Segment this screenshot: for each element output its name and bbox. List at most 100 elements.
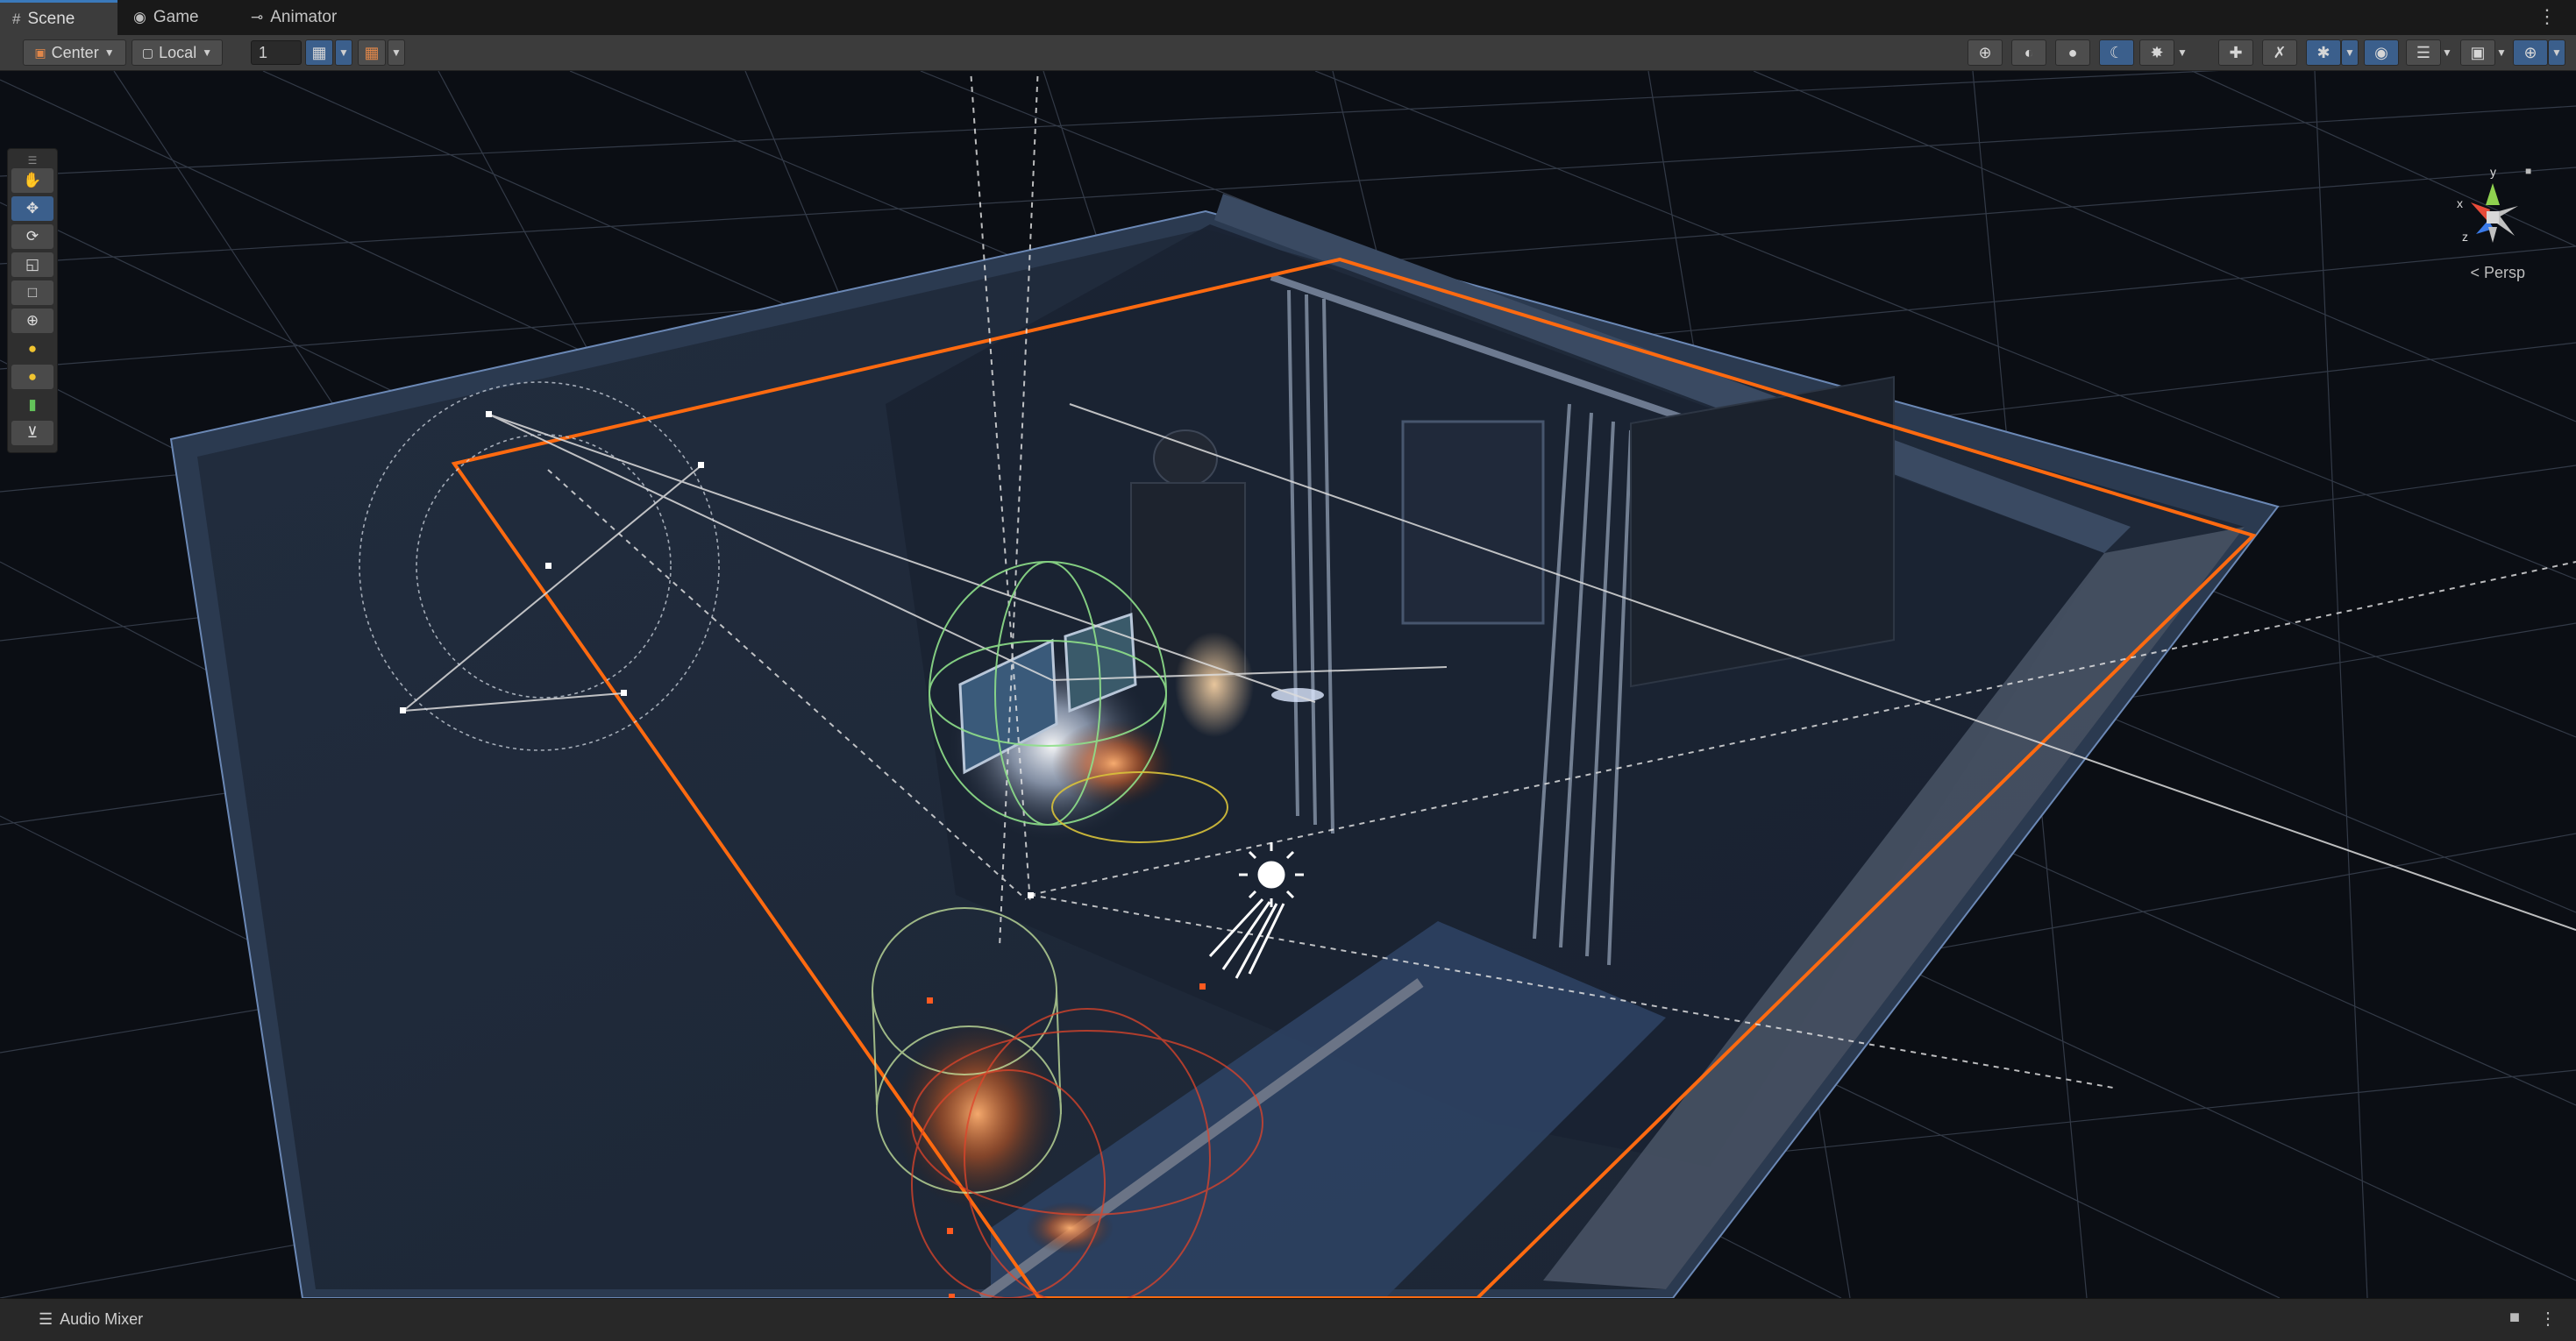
pivot-icon: ▣ — [34, 45, 46, 60]
path-icon: ⊻ — [26, 424, 39, 441]
bulb-icon: ● — [27, 340, 38, 357]
capsule-tool-button[interactable]: ▮ — [11, 393, 53, 417]
gizmo-z-label: z — [2462, 230, 2468, 244]
visibility-button[interactable]: ◉ — [2364, 39, 2399, 66]
camera-dropdown[interactable]: ▼ — [2494, 39, 2509, 66]
snap-increment-field[interactable]: 1 — [251, 40, 302, 65]
tab-scene[interactable]: # Scene — [0, 0, 117, 35]
scene-viewport[interactable]: ☰ ✋ ✥ ⟳ ◱ □ ⊕ ● ● ▮ ⊻ y x z ■ < Persp ✥ … — [0, 71, 2576, 1298]
2d-icon: ✚ — [2229, 43, 2243, 61]
effects-button[interactable]: ✱ — [2306, 39, 2341, 66]
shading-button[interactable]: ◐ — [2011, 39, 2046, 66]
eye-icon: ◉ — [2374, 43, 2388, 61]
effects-dropdown[interactable]: ▼ — [2341, 39, 2359, 66]
status-bar: ☰ Audio Mixer ■ ⋮ — [0, 1298, 2576, 1341]
chevron-down-icon: ▼ — [2177, 46, 2188, 59]
tab-game[interactable]: ◉ Game — [121, 0, 226, 35]
menu-icon[interactable]: ⋮ — [2539, 1308, 2557, 1330]
layers-icon: ☰ — [2416, 43, 2431, 61]
audio-mixer-label: Audio Mixer — [60, 1310, 144, 1328]
gizmos-dropdown[interactable]: ▼ — [2548, 39, 2565, 66]
shaded-button[interactable]: ☾ — [2099, 39, 2134, 66]
layers-dropdown[interactable]: ▼ — [2439, 39, 2455, 66]
scene-render — [0, 71, 2576, 1298]
shaded-sphere-icon: ◐ — [2024, 43, 2034, 61]
debug-draw-button[interactable]: ✸ — [2139, 39, 2174, 66]
move-icon: ✥ — [25, 200, 39, 216]
gizmo-y-label: y — [2490, 165, 2496, 179]
draw-mode-button[interactable]: ⊕ — [1968, 39, 2003, 66]
rotate-tool-button[interactable]: ⟳ — [11, 224, 53, 249]
move-tool-button[interactable]: ✥ — [11, 196, 53, 221]
chevron-down-icon: ▼ — [338, 46, 349, 59]
gizmos-button[interactable]: ⊕ — [2513, 39, 2548, 66]
wireframe-button[interactable]: ● — [2055, 39, 2090, 66]
rect-tool-button[interactable]: □ — [11, 280, 53, 305]
layers-button[interactable]: ☰ — [2406, 39, 2441, 66]
sphere-icon: ● — [2067, 43, 2078, 61]
animator-icon: ⊸ — [251, 9, 264, 25]
window — [1401, 420, 1545, 625]
camera-settings-button[interactable]: ▣ — [2460, 39, 2495, 66]
space-label: Local — [159, 43, 197, 61]
hand-tool-button[interactable]: ✋ — [11, 168, 53, 193]
scale-icon: ◱ — [25, 256, 40, 273]
light-tool-button[interactable]: ● — [11, 337, 53, 361]
snap-grid-icon: ▦ — [364, 43, 380, 61]
path-tool-button[interactable]: ⊻ — [11, 421, 53, 445]
pivot-dropdown[interactable]: ▣ Center ▼ — [23, 39, 126, 66]
light-probe-tool-button[interactable]: ● — [11, 365, 53, 389]
chevron-down-icon: ▼ — [2496, 46, 2507, 59]
rotate-icon: ⟳ — [25, 228, 39, 245]
capsule-icon: ▮ — [28, 396, 37, 413]
chevron-down-icon: ▼ — [2551, 46, 2562, 59]
pivot-label: Center — [51, 43, 99, 61]
status-right-icons: ■ ⋮ — [2509, 1308, 2557, 1330]
chevron-down-icon: ▼ — [2345, 46, 2355, 59]
gamepad-icon: ◉ — [133, 9, 146, 25]
tab-menu-icon[interactable]: ⋮ — [2537, 5, 2557, 28]
crescent-icon: ☾ — [2109, 43, 2124, 61]
mixer-icon: ☰ — [39, 1310, 53, 1328]
increment-snap-button[interactable]: ▦ — [358, 39, 386, 66]
effects-icon: ✱ — [2316, 43, 2330, 61]
2d-toggle-button[interactable]: ✚ — [2218, 39, 2253, 66]
grid-icon: # — [12, 10, 21, 27]
scale-tool-button[interactable]: ◱ — [11, 252, 53, 277]
tab-animator-label: Animator — [270, 8, 338, 26]
chevron-down-icon: ▼ — [2442, 46, 2452, 59]
transform-icon: ⊕ — [25, 312, 39, 329]
grid-snap-icon: ▦ — [311, 43, 327, 61]
hand-icon: ✋ — [23, 172, 42, 188]
rect-icon: □ — [27, 284, 38, 301]
tab-game-label: Game — [153, 8, 199, 26]
chevron-down-icon: ▼ — [391, 46, 402, 59]
lock-icon: ■ — [2525, 165, 2531, 177]
grid-snap-button[interactable]: ▦ — [305, 39, 333, 66]
grid-snap-dropdown[interactable]: ▼ — [335, 39, 352, 66]
gizmo-globe-icon: ⊕ — [2523, 43, 2537, 61]
tool-palette: ☰ ✋ ✥ ⟳ ◱ □ ⊕ ● ● ▮ ⊻ — [7, 148, 58, 453]
space-dropdown[interactable]: ▢ Local ▼ — [132, 39, 223, 66]
bug-icon: ✸ — [2150, 43, 2164, 61]
chevron-down-icon: ▼ — [103, 46, 115, 59]
editor-tab-bar: # Scene ◉ Game ⊸ Animator ⋮ — [0, 0, 2576, 36]
globe-icon: ⊕ — [1978, 43, 1992, 61]
camera-icon: ▣ — [2470, 43, 2486, 61]
gizmo-x-label: x — [2457, 196, 2463, 210]
cube-icon: ▢ — [141, 45, 154, 60]
projection-label[interactable]: < Persp — [2470, 264, 2525, 282]
transform-tool-button[interactable]: ⊕ — [11, 309, 53, 333]
tab-animator[interactable]: ⊸ Animator — [238, 0, 361, 35]
lock-icon[interactable]: ■ — [2509, 1308, 2520, 1330]
light-off-icon: ✗ — [2273, 43, 2287, 61]
tab-scene-label: Scene — [27, 9, 75, 28]
bulb-select-icon: ● — [27, 368, 38, 385]
shading-dropdown[interactable]: ▼ — [2174, 39, 2190, 66]
audio-mixer-tab[interactable]: ☰ Audio Mixer — [39, 1310, 143, 1329]
increment-snap-dropdown[interactable]: ▼ — [388, 39, 405, 66]
drag-handle-icon[interactable]: ☰ — [11, 154, 53, 167]
lighting-toggle-button[interactable]: ✗ — [2262, 39, 2297, 66]
chevron-down-icon: ▼ — [202, 46, 213, 59]
scene-toolbar: ▣ Center ▼ ▢ Local ▼ 1 ▦ ▼ ▦ ▼ ⊕ ◐ ● ☾ ✸… — [0, 35, 2576, 71]
